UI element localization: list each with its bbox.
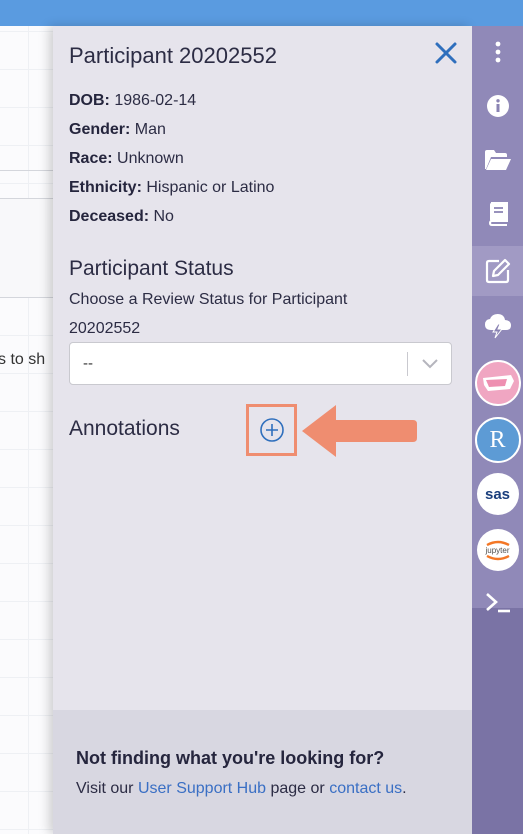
dob-row: DOB: 1986-02-14 [69,92,197,109]
footer-title: Not finding what you're looking for? [76,748,385,768]
select-separator [407,352,408,376]
more-options-button[interactable] [472,26,523,78]
folder-open-icon [484,150,511,170]
participant-details: DOB: 1986-02-14 Gender: Man Race: Unknow… [69,86,274,231]
background-panel [0,198,60,298]
book-icon [488,202,508,226]
annotations-heading: Annotations [69,417,180,440]
cloud-lightning-icon [484,314,511,339]
terminal-icon [485,593,510,613]
edit-button[interactable] [472,246,523,296]
contact-us-link[interactable]: contact us [329,780,402,797]
drawer-title: Participant 20202552 [69,43,277,68]
background-divider [0,170,60,171]
jupyter-icon: jupyter [476,529,519,571]
sas-icon: sas [476,473,519,515]
deceased-row: Deceased: No [69,208,174,225]
gender-row: Gender: Man [69,121,166,138]
cloud-compute-button[interactable] [472,300,523,352]
ethnicity-row: Ethnicity: Hispanic or Latino [69,179,275,196]
status-heading: Participant Status [69,257,234,280]
select-value: -- [83,355,93,372]
more-vertical-icon [495,41,500,63]
footer-text: Visit our User Support Hub page or conta… [76,780,407,797]
book-button[interactable] [472,188,523,240]
terminal-button[interactable] [472,576,523,628]
chevron-down-icon[interactable] [421,356,439,370]
user-support-hub-link[interactable]: User Support Hub [138,780,266,797]
info-icon [486,95,509,117]
status-help-text: Choose a Review Status for Participant 2… [69,291,348,337]
puerto-rico-app-button[interactable] [472,357,523,409]
jupyter-button[interactable]: jupyter [472,524,523,576]
help-footer: Not finding what you're looking for? Vis… [53,710,472,834]
r-language-icon: R [474,417,521,463]
r-studio-button[interactable]: R [472,414,523,466]
edit-icon [485,258,510,284]
icon-rail: R sas jupyter [472,26,523,834]
background-content [0,26,60,834]
participant-drawer: Participant 20202552 DOB: 1986-02-14 Gen… [53,26,472,834]
info-button[interactable] [472,80,523,132]
race-row: Race: Unknown [69,150,184,167]
pointer-arrow-icon [302,405,417,457]
open-folder-button[interactable] [472,134,523,186]
top-bar [0,0,523,26]
close-icon[interactable] [433,40,459,66]
puerto-rico-icon [474,360,521,406]
review-status-select[interactable]: -- [69,342,452,385]
add-annotation-icon[interactable] [259,417,285,443]
sas-button[interactable]: sas [472,468,523,520]
background-text: s to sh [0,351,46,368]
